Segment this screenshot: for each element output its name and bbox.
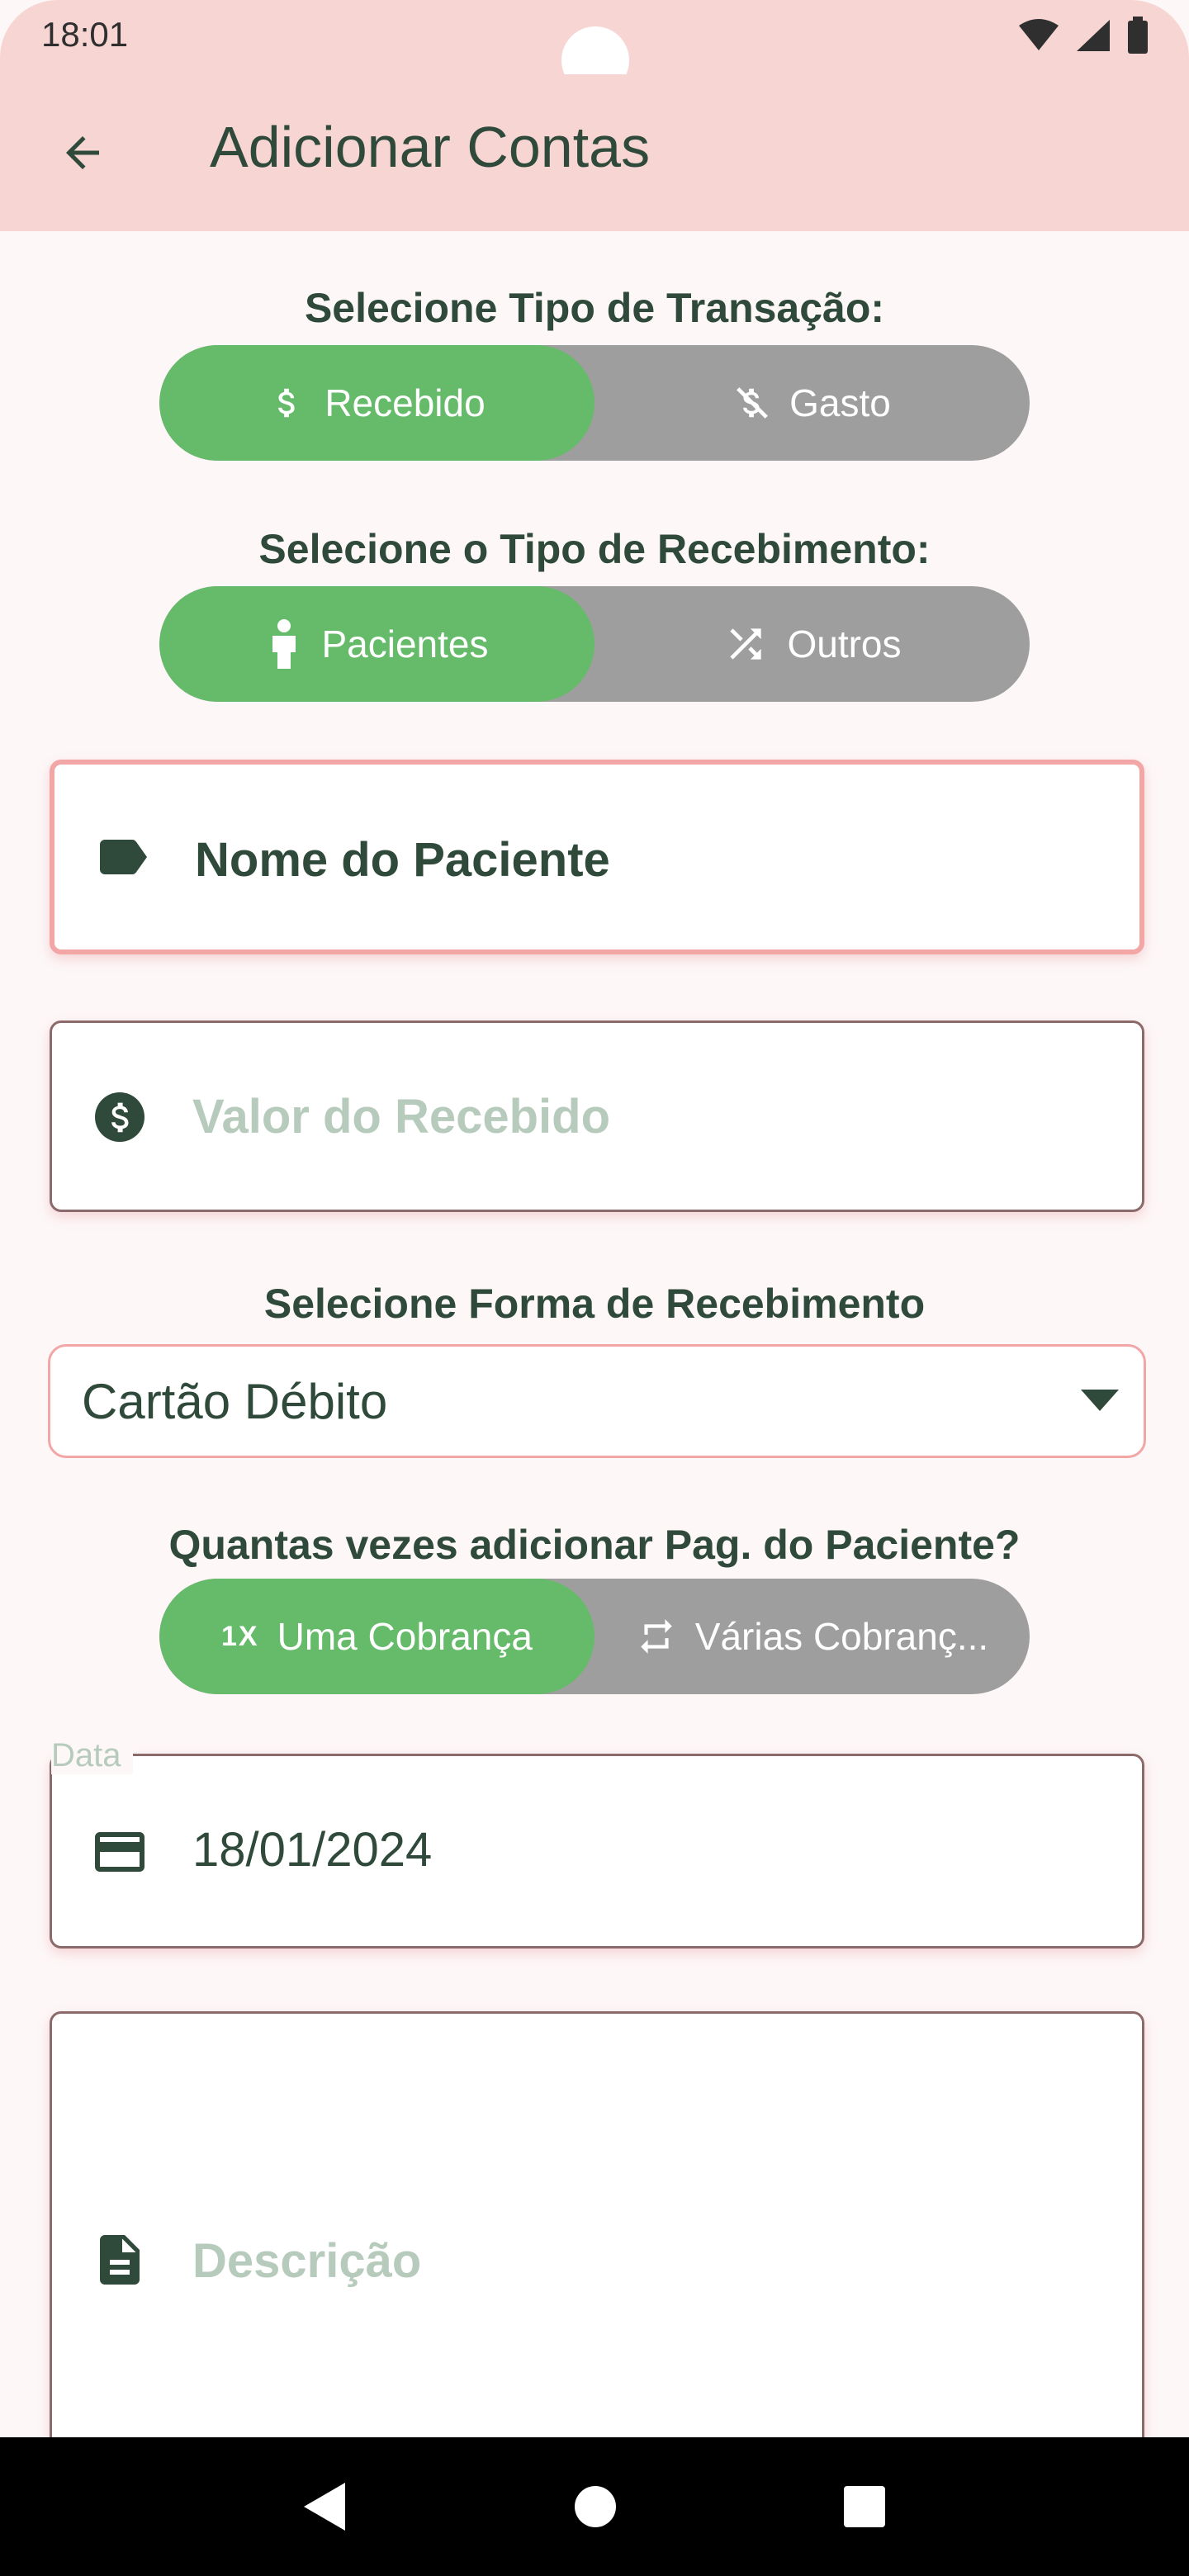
repeat-toggle: 1X Uma Cobrança Várias Cobranç... — [159, 1579, 1030, 1694]
option-gasto[interactable]: Gasto — [594, 345, 1030, 461]
description-field[interactable]: Descrição — [50, 2011, 1144, 2474]
shuffle-icon — [730, 628, 762, 660]
status-time: 18:01 — [41, 15, 129, 54]
transaction-type-toggle: Recebido Gasto — [159, 345, 1030, 461]
option-label: Outros — [787, 623, 902, 665]
battery-icon — [1128, 17, 1148, 54]
repeat-icon — [641, 1619, 672, 1654]
payment-method-dropdown[interactable]: Cartão Débito — [48, 1344, 1146, 1458]
page-title: Adicionar Contas — [210, 115, 651, 179]
date-label: Data — [51, 1737, 133, 1774]
option-recebido[interactable]: Recebido — [159, 345, 594, 461]
system-nav-bar — [0, 2437, 1189, 2576]
label-tag-icon — [92, 827, 152, 887]
option-outros[interactable]: Outros — [594, 586, 1030, 702]
person-icon — [272, 619, 296, 669]
option-pacientes[interactable]: Pacientes — [159, 586, 594, 702]
dollar-icon — [278, 388, 295, 418]
option-label: Pacientes — [321, 623, 489, 665]
back-button[interactable] — [41, 111, 124, 194]
signal-icon — [1077, 20, 1110, 51]
dollar-off-icon — [737, 387, 769, 419]
nav-recents-icon[interactable] — [844, 2486, 886, 2527]
date-field[interactable]: 18/01/2024 — [50, 1754, 1144, 1949]
repeat-label: Quantas vezes adicionar Pag. do Paciente… — [168, 1522, 1021, 1568]
option-varias-cobrancas[interactable]: Várias Cobranç... — [594, 1579, 1030, 1694]
nav-back-icon[interactable] — [303, 2483, 347, 2531]
payment-method-label: Selecione Forma de Recebimento — [263, 1281, 926, 1327]
amount-field[interactable]: Valor do Recebido — [50, 1020, 1144, 1212]
dollar-circle-icon — [90, 1087, 149, 1147]
wifi-icon — [1019, 19, 1059, 50]
amount-placeholder: Valor do Recebido — [192, 1090, 610, 1144]
arrow-back-icon — [66, 136, 99, 169]
option-label: Recebido — [324, 381, 486, 424]
credit-card-icon — [90, 1822, 149, 1882]
app-bar: Adicionar Contas — [0, 74, 1189, 231]
date-value: 18/01/2024 — [192, 1823, 433, 1877]
status-bar: 18:01 — [0, 0, 1189, 94]
option-uma-cobranca[interactable]: 1X Uma Cobrança — [159, 1579, 594, 1694]
description-placeholder: Descrição — [192, 2234, 422, 2288]
payment-method-value: Cartão Débito — [82, 1374, 388, 1429]
nav-home-icon[interactable] — [574, 2485, 617, 2528]
status-icons — [1017, 17, 1149, 54]
option-label: Uma Cobrança — [277, 1615, 533, 1658]
patient-name-label: Nome do Paciente — [195, 833, 610, 887]
document-icon — [90, 2230, 149, 2290]
receipt-type-toggle: Pacientes Outros — [159, 586, 1030, 702]
patient-name-field[interactable]: Nome do Paciente — [50, 760, 1144, 954]
option-label: Várias Cobranç... — [694, 1615, 989, 1658]
transaction-type-label: Selecione Tipo de Transação: — [304, 285, 885, 331]
dropdown-arrow-icon — [1081, 1390, 1119, 1411]
one-x-icon: 1X — [221, 1620, 259, 1652]
option-label: Gasto — [789, 381, 891, 424]
receipt-type-label: Selecione o Tipo de Recebimento: — [258, 526, 931, 572]
